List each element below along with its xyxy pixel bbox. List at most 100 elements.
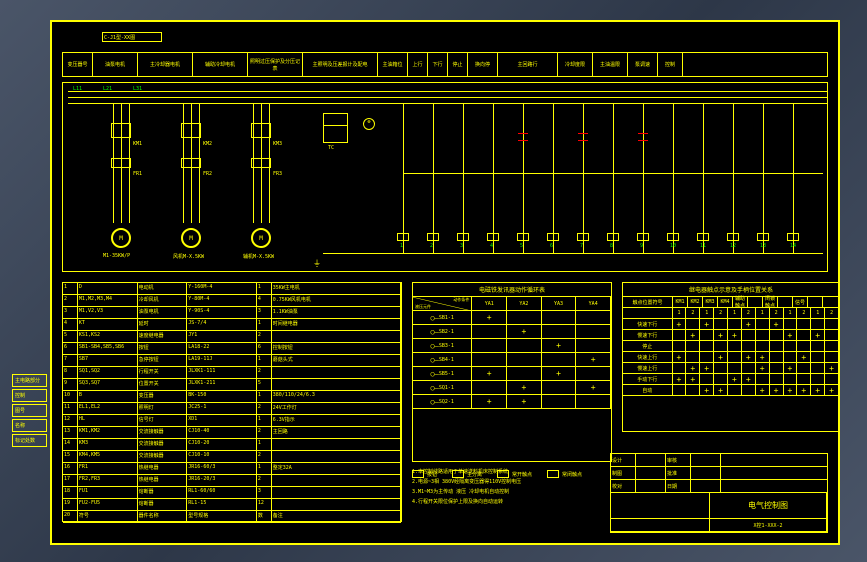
coil <box>427 233 439 241</box>
status-row: 自动++++++++ <box>623 385 839 396</box>
thermal-fr1 <box>111 158 131 168</box>
header-cell: 下行 <box>428 53 448 76</box>
coil <box>517 233 529 241</box>
note-line: 2.电源~3相 380V经隔离变压器得110V控制电压 <box>412 478 612 487</box>
parts-row: 14KM3交流接触器CJ10-201 <box>63 439 401 451</box>
parts-row: 11EL1,EL2照明灯JC25-1224V工作灯 <box>63 403 401 415</box>
motor-m2: M <box>181 228 201 248</box>
header-cell: 主油箱位 <box>378 53 408 76</box>
parts-row: 4KT延时JS-7/41时间继电器 <box>63 319 401 331</box>
wire-ctrl <box>763 103 764 253</box>
status-row: 慢速上行+++++ <box>623 363 839 374</box>
logic-row: ○— SB1-1+ <box>413 311 611 325</box>
note-line: 4.行程开关限位保护上限及换向自动运转 <box>412 498 612 507</box>
transformer <box>323 113 348 143</box>
wire-ctrl <box>733 103 734 253</box>
titleblock-row: 制图批准 <box>611 467 827 480</box>
logic-table-title: 电磁铁发讯器动作循环表 <box>413 283 611 297</box>
coil <box>727 233 739 241</box>
status-header: 触点位置符号KM1KM2KM3KM4辅助触点闭锁触点信号 <box>623 297 839 308</box>
lamp-icon: ⊗ <box>363 118 375 130</box>
status-row: 慢速下行+++++ <box>623 330 839 341</box>
logic-header: 动作条件 液压元件 YA1 YA2 YA3 YA4 <box>413 297 611 311</box>
wire-l2 <box>68 97 828 98</box>
coil <box>397 233 409 241</box>
status-table: 继电器触点示意及手柄位置关系 触点位置符号KM1KM2KM3KM4辅助触点闭锁触… <box>622 282 840 432</box>
parts-row: 19FU2-FU5熔断器RL1-1512 <box>63 499 401 511</box>
side-label: 控制 <box>12 389 47 402</box>
contactor-km1 <box>111 123 131 138</box>
coil <box>697 233 709 241</box>
parts-row: 3M1,V2,V3油泵电机Y-90S-431.1KW油泵 <box>63 307 401 319</box>
title-block: 设计审核制图批准校对日期 电气控制图 X控1-XXX-2 <box>610 453 828 533</box>
wire-neutral <box>323 253 823 254</box>
coil <box>787 233 799 241</box>
wire-ctrl <box>643 103 644 253</box>
logic-row: ○— SB2-1+ <box>413 325 611 339</box>
logic-row: ○— SB4-1+ <box>413 353 611 367</box>
titleblock-row: 设计审核 <box>611 454 827 467</box>
thermal-fr2 <box>181 158 201 168</box>
wire-ctrl <box>703 103 704 253</box>
contact <box>578 133 588 141</box>
parts-row: 13KM1,KM2交流接触器CJ10-402主回路 <box>63 427 401 439</box>
parts-row: 1D电动机Y-160M-4135KW主电机 <box>63 283 401 295</box>
parts-row: 17FR2,FR3热继电器JR16-20/32 <box>63 475 401 487</box>
logic-row: ○— SQ1-1++ <box>413 381 611 395</box>
tables-section: 1D电动机Y-160M-4135KW主电机2M1,M2,M3,M4冷却风机Y-8… <box>62 282 828 533</box>
coil <box>547 233 559 241</box>
drawing-title-box: C-J1型-XX图 <box>102 32 162 42</box>
motor-label-1: M1-35KW/P <box>103 253 130 259</box>
parts-row: 9SQ3,SQ7位置开关JLXK1-2115 <box>63 379 401 391</box>
header-cell: 上行 <box>408 53 428 76</box>
wire-ctrl <box>553 103 554 253</box>
header-cell: 辅助冷却电机 <box>193 53 248 76</box>
label-l31: L31 <box>133 86 142 92</box>
header-cell: 泵调速 <box>628 53 658 76</box>
contact <box>518 133 528 141</box>
motor-label-2: 风机M-X.5KW <box>173 253 204 260</box>
wire-ctrl <box>403 103 404 253</box>
contactor-km2 <box>181 123 201 138</box>
status-table-title: 继电器触点示意及手柄位置关系 <box>623 283 839 297</box>
coil <box>487 233 499 241</box>
header-cell: 油泵电机 <box>93 53 138 76</box>
motor-m3: M <box>251 228 271 248</box>
wire-ctrl <box>613 103 614 253</box>
label-l11: L11 <box>73 86 82 92</box>
schematic-area: L11 L21 L31 KM1 KM2 KM3 FR1 FR2 FR3 M M … <box>62 82 828 272</box>
thermal-fr3 <box>251 158 271 168</box>
side-labels: 主电路部分控制图号名称标记处数 <box>12 372 47 449</box>
header-cell: 换向停 <box>468 53 498 76</box>
project-name: 电气控制图 <box>710 493 827 518</box>
logic-table: 电磁铁发讯器动作循环表 动作条件 液压元件 YA1 YA2 YA3 YA4 ○—… <box>412 282 612 462</box>
header-cell: 冷却度限 <box>558 53 593 76</box>
status-row: 手动下行++++ <box>623 374 839 385</box>
header-cell: 停止 <box>448 53 468 76</box>
coil <box>457 233 469 241</box>
wire-mid <box>403 173 823 174</box>
header-cell: 照明过压保护及分压记表 <box>248 53 303 76</box>
parts-row: 15KM4,KM5交流接触器CJ10-102 <box>63 451 401 463</box>
wire-l1 <box>68 91 828 92</box>
side-label: 主电路部分 <box>12 374 47 387</box>
drawing-title: C-J1型-XX图 <box>104 35 135 41</box>
coil <box>757 233 769 241</box>
status-subheader: 121212121212 <box>623 308 839 319</box>
parts-row: 2M1,M2,M3,M4冷却风机Y-80M-440.75KW风机电机 <box>63 295 401 307</box>
wire-ctrl <box>583 103 584 253</box>
label-l21: L21 <box>103 86 112 92</box>
wire-ctrl <box>463 103 464 253</box>
status-row: 停止 <box>623 341 839 352</box>
coil <box>667 233 679 241</box>
side-label: 标记处数 <box>12 434 47 447</box>
coil <box>607 233 619 241</box>
wire-ctrl <box>493 103 494 253</box>
wire-ctrl <box>433 103 434 253</box>
legend-item: 常闭触点 <box>547 470 582 478</box>
parts-row: 8SQ1,SQ2行程开关JLXK1-1112 <box>63 367 401 379</box>
wire-ctrl <box>793 103 794 253</box>
parts-row: 10B变压器BK-1501380/110/24/6.3 <box>63 391 401 403</box>
parts-row: 20符号器件名称型号规格数备注 <box>63 511 401 523</box>
motor-m1: M <box>111 228 131 248</box>
